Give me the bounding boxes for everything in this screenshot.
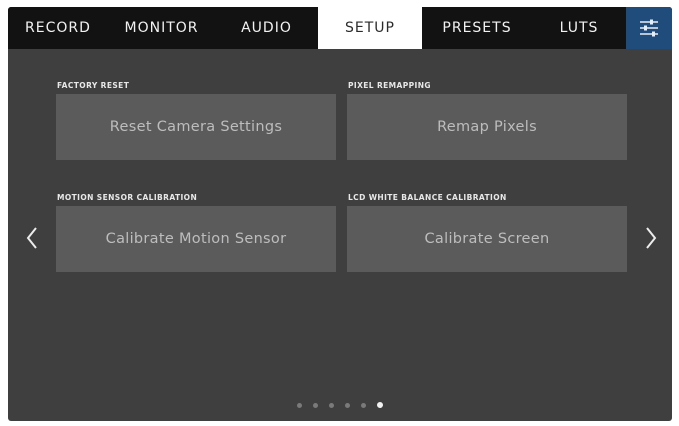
lcd-white-balance-calibration-label: LCD WHITE BALANCE CALIBRATION bbox=[348, 193, 507, 202]
page-dot-5[interactable] bbox=[361, 402, 366, 408]
tab-monitor[interactable]: MONITOR bbox=[108, 7, 215, 49]
page-dot-6-current[interactable] bbox=[377, 402, 383, 408]
settings-menu-button[interactable] bbox=[626, 7, 672, 49]
page-dot-1[interactable] bbox=[297, 402, 302, 408]
page-indicator bbox=[8, 400, 672, 410]
reset-camera-settings-button[interactable]: Reset Camera Settings bbox=[56, 94, 336, 160]
factory-reset-label: FACTORY RESET bbox=[57, 81, 130, 90]
page-dot-4[interactable] bbox=[345, 402, 350, 408]
calibrate-screen-button[interactable]: Calibrate Screen bbox=[347, 206, 627, 272]
tab-audio[interactable]: AUDIO bbox=[215, 7, 318, 49]
page-dot-3[interactable] bbox=[329, 402, 334, 408]
previous-page-arrow[interactable] bbox=[20, 221, 44, 255]
calibrate-motion-sensor-button[interactable]: Calibrate Motion Sensor bbox=[56, 206, 336, 272]
remap-pixels-button[interactable]: Remap Pixels bbox=[347, 94, 627, 160]
pixel-remapping-label: PIXEL REMAPPING bbox=[348, 81, 431, 90]
chevron-left-icon bbox=[26, 227, 37, 249]
tab-luts[interactable]: LUTS bbox=[532, 7, 626, 49]
tab-presets[interactable]: PRESETS bbox=[422, 7, 532, 49]
motion-sensor-calibration-label: MOTION SENSOR CALIBRATION bbox=[57, 193, 198, 202]
chevron-right-icon bbox=[646, 227, 657, 249]
sliders-icon bbox=[640, 19, 658, 37]
tab-bar: RECORD MONITOR AUDIO SETUP PRESETS LUTS bbox=[8, 7, 672, 49]
tab-setup[interactable]: SETUP bbox=[318, 7, 422, 49]
tab-record[interactable]: RECORD bbox=[8, 7, 108, 49]
next-page-arrow[interactable] bbox=[639, 221, 663, 255]
page-dot-2[interactable] bbox=[313, 402, 318, 408]
camera-lcd-screen: RECORD MONITOR AUDIO SETUP PRESETS LUTS … bbox=[8, 7, 672, 421]
